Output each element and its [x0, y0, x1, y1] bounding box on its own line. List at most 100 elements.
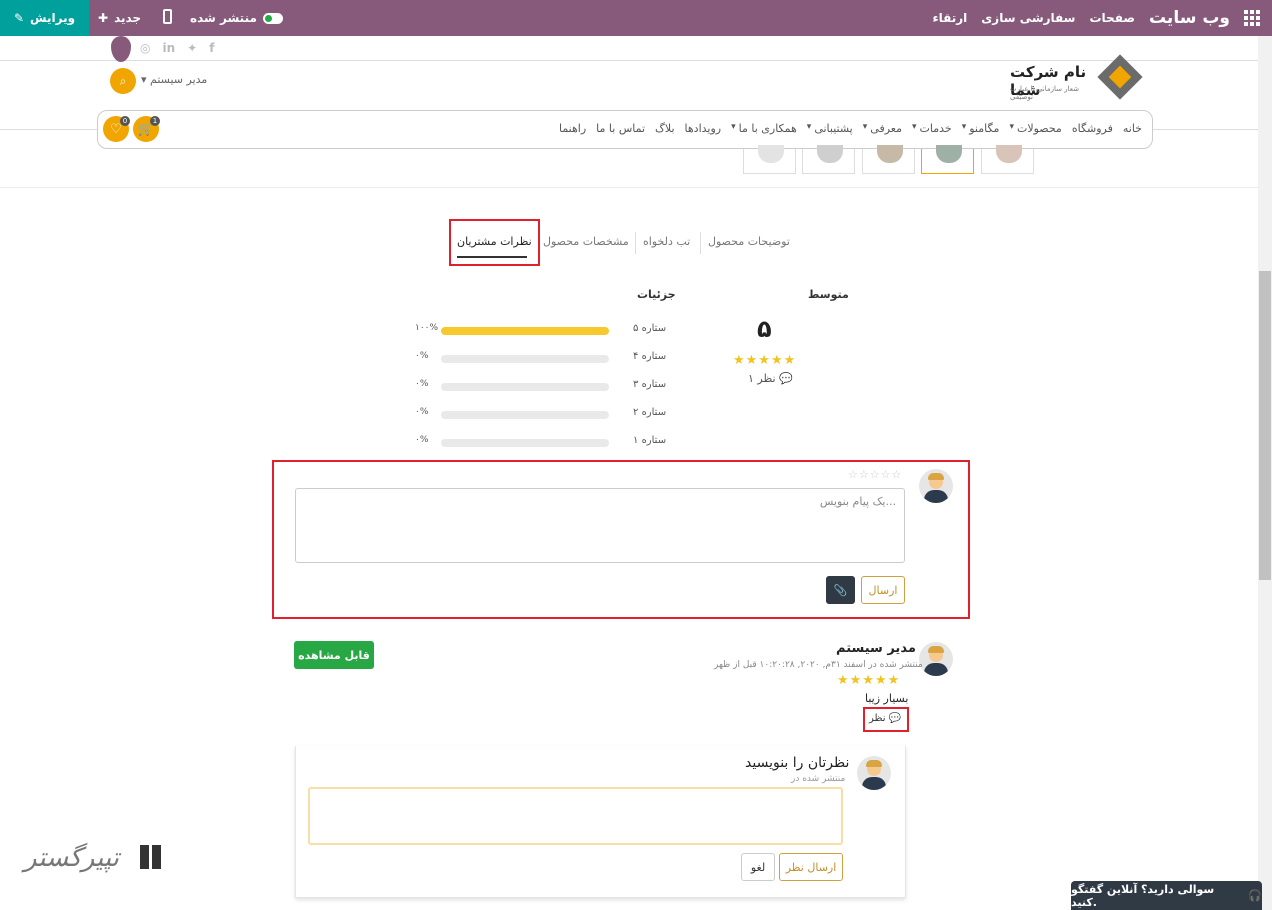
top-admin-bar: ✎ ویرایش ✚ جدید منتشر شده ارتقاء سفارشی … [0, 0, 1272, 36]
pages-menu[interactable]: صفحات [1089, 11, 1134, 25]
rating-bar [441, 411, 609, 419]
rating-bar [441, 355, 609, 363]
review-author: مدیر سیستم [836, 641, 916, 656]
nav-item-dropdown[interactable]: معرفی ▾ [863, 122, 902, 135]
headset-icon: 🎧 [1248, 889, 1262, 902]
tab-product-specs[interactable]: مشخصات محصول [543, 235, 629, 248]
nav-item-dropdown[interactable]: پشتیبانی ▾ [807, 122, 853, 135]
review-text: بسیار زیبا [865, 692, 909, 705]
tab-product-description[interactable]: توضیحات محصول [708, 235, 790, 248]
nav-item-dropdown[interactable]: مگامنو ▾ [962, 122, 1000, 135]
upgrade-link[interactable]: ارتقاء [932, 11, 967, 25]
divider [0, 129, 97, 130]
tab-divider [635, 232, 636, 254]
attach-button[interactable]: 📎 [826, 576, 855, 604]
send-button[interactable]: ارسال [861, 576, 905, 604]
product-thumbnail[interactable] [921, 145, 974, 174]
search-button[interactable]: ⌕ [110, 68, 136, 94]
nav-item-dropdown[interactable]: محصولات ▾ [1009, 122, 1061, 135]
caret-down-icon: ▾ [806, 122, 812, 132]
twitter-icon[interactable]: ✦ [187, 41, 197, 55]
highlight-box [449, 219, 540, 266]
nav-item[interactable]: خدمات [920, 122, 952, 135]
mobile-preview-icon[interactable] [163, 9, 172, 24]
live-chat-button[interactable]: سوالی دارید؟ آنلاین گفتگو کنید. 🎧 [1071, 881, 1262, 910]
avatar [919, 642, 953, 676]
nav-item[interactable]: بلاگ [655, 122, 674, 135]
details-title: جزئیات [637, 288, 676, 301]
linkedin-icon[interactable]: in [162, 41, 175, 55]
search-icon: ⌕ [119, 73, 127, 88]
average-stars: ★★★★★ [733, 353, 797, 368]
new-button[interactable]: ✚ جدید [98, 0, 141, 36]
nav-item[interactable]: تماس با ما [596, 122, 645, 135]
rating-label: ۳ ستاره [633, 379, 667, 390]
rating-bar-fill [441, 327, 609, 335]
review-count: ۱ نظر 💬 [748, 372, 793, 385]
rating-percent: ۰% [415, 351, 429, 361]
avatar [919, 469, 953, 503]
product-thumbnail[interactable] [862, 145, 915, 174]
visible-button[interactable]: قابل مشاهده [294, 641, 374, 669]
caret-down-icon: ▾ [961, 122, 967, 132]
publish-toggle[interactable]: منتشر شده [190, 0, 283, 36]
nav-menu: خانه فروشگاه محصولات ▾ مگامنو ▾ خدمات ▾ معرفی ▾ پش… [559, 122, 1142, 135]
instagram-icon[interactable]: ◎ [140, 41, 150, 55]
reply-textarea[interactable] [308, 787, 843, 845]
apps-grid-icon[interactable] [1244, 10, 1260, 26]
rating-label: ۵ ستاره [633, 323, 667, 334]
rating-bar [441, 439, 609, 447]
scrollbar-thumb[interactable] [1259, 271, 1271, 580]
customize-menu[interactable]: سفارشی سازی [981, 11, 1075, 25]
rating-row: ۱۰۰% ۵ ستاره [415, 323, 670, 337]
nav-item[interactable]: خانه [1123, 122, 1142, 135]
social-links: ◎ in ✦ f [140, 41, 214, 55]
main-navbar: خانه فروشگاه محصولات ▾ مگامنو ▾ خدمات ▾ معرفی ▾ پش… [97, 110, 1153, 149]
nav-item[interactable]: فروشگاه [1072, 122, 1113, 135]
droplet-icon [111, 36, 131, 62]
average-title: متوسط [808, 288, 849, 301]
site-title[interactable]: وب سایت [1149, 8, 1230, 28]
nav-item-dropdown[interactable]: همکاری با ما ▾ [731, 122, 797, 135]
divider [0, 187, 1258, 188]
rating-row: ۰% ۴ ستاره [415, 351, 670, 365]
paperclip-icon: 📎 [833, 583, 848, 597]
product-thumbnail[interactable] [802, 145, 855, 174]
nav-item[interactable]: محصولات [1017, 122, 1062, 135]
pencil-icon: ✎ [13, 11, 25, 25]
nav-item[interactable]: رویدادها [685, 122, 722, 135]
review-stars: ★★★★★ [837, 673, 901, 688]
toggle-switch[interactable] [262, 12, 283, 24]
tab-custom[interactable]: تب دلخواه [643, 235, 690, 248]
submit-comment-button[interactable]: ارسال نظر [779, 853, 843, 881]
nav-item[interactable]: راهنما [559, 122, 586, 135]
nav-item-dropdown[interactable]: خدمات ▾ [912, 122, 952, 135]
product-thumbnail[interactable] [743, 145, 796, 174]
caret-down-icon: ▾ [862, 122, 868, 132]
caret-down-icon: ▾ [731, 122, 736, 132]
facebook-icon[interactable]: f [209, 41, 214, 55]
rating-bar [441, 327, 609, 335]
watermark-logo [140, 845, 166, 881]
caret-down-icon: ▾ [911, 122, 917, 132]
rating-input-stars[interactable]: ☆☆☆☆☆ [848, 468, 902, 481]
review-meta: منتشر شده در اسفند ۳۱م, ۲۰۲۰, ۱۰:۲۰:۲۸ ق… [714, 660, 923, 670]
nav-item[interactable]: مگامنو [969, 122, 999, 135]
logo-mark [1097, 54, 1143, 100]
company-logo[interactable]: نام شرکت شما شعار سازمانی یا عبارت توصیف… [1010, 54, 1143, 103]
reply-meta: منتشر شده در [791, 774, 846, 784]
nav-item[interactable]: پشتیبانی [814, 122, 852, 135]
nav-item[interactable]: معرفی [870, 122, 902, 135]
user-menu[interactable]: ▾ مدیر سیستم [141, 73, 207, 86]
rating-percent: ۱۰۰% [415, 323, 439, 333]
edit-button[interactable]: ✎ ویرایش [0, 0, 89, 36]
wishlist-count-badge: 0 [120, 116, 130, 126]
cancel-button[interactable]: لغو [741, 853, 775, 881]
top-menu: ارتقاء سفارشی سازی صفحات وب سایت [932, 0, 1260, 36]
nav-item[interactable]: همکاری با ما [739, 122, 797, 135]
message-textarea[interactable]: یک پیام بنویس... [295, 488, 905, 563]
product-thumbnail[interactable] [981, 145, 1034, 174]
rating-percent: ۰% [415, 379, 429, 389]
cart-count-badge: 1 [150, 116, 160, 126]
plus-icon: ✚ [98, 11, 109, 25]
